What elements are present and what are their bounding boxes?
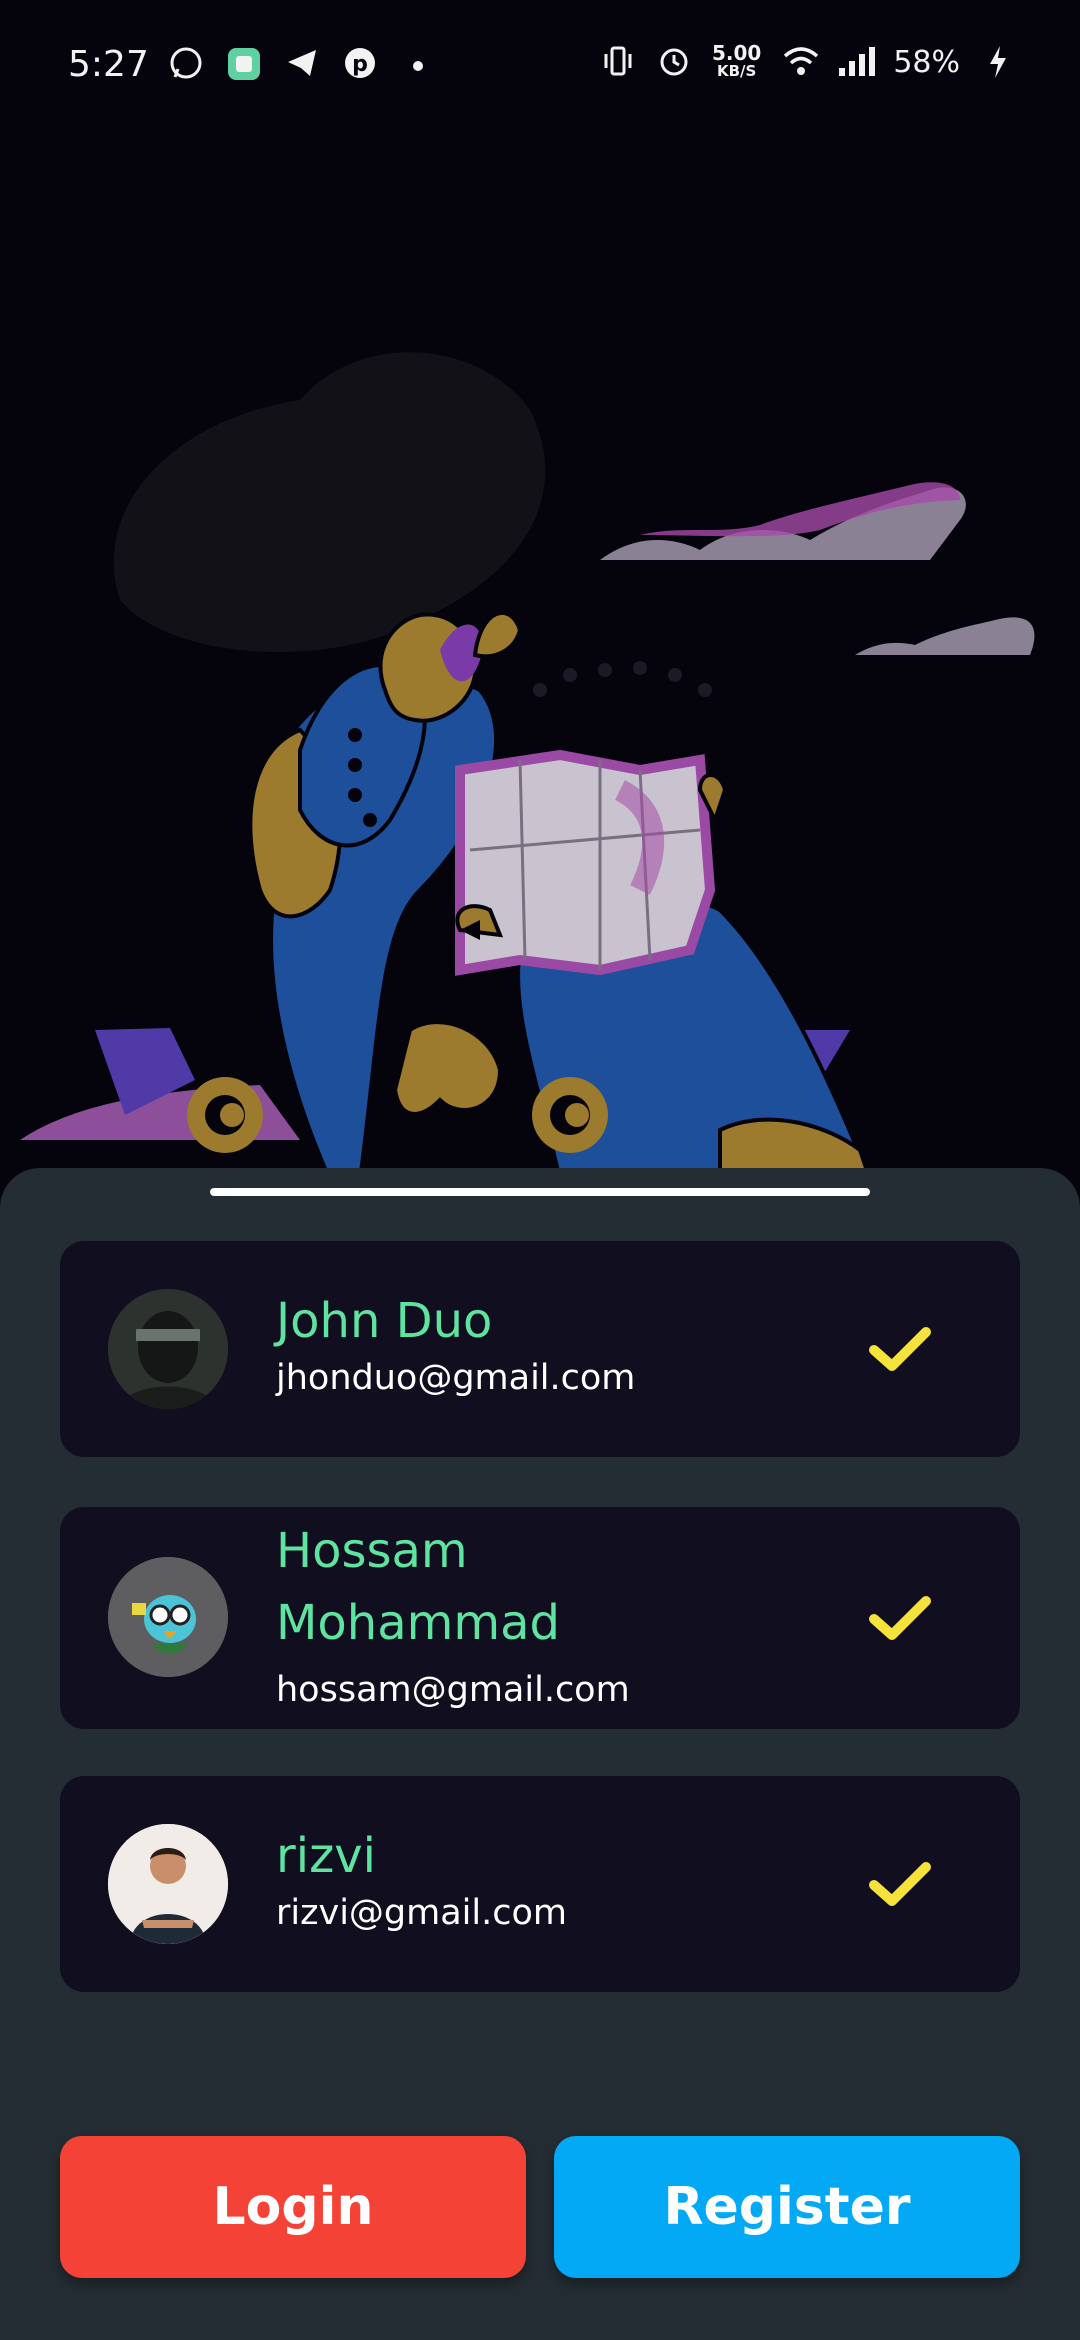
leg-yellow <box>392 1020 503 1116</box>
status-indicators: 5.00 KB/S 58% <box>600 41 1016 80</box>
account-email: jhonduo@gmail.com <box>276 1358 636 1398</box>
dot-icon <box>400 46 436 82</box>
svg-text:p: p <box>352 52 368 77</box>
vibrate-icon <box>600 44 636 80</box>
status-time: 5:27 <box>68 44 149 85</box>
avatar-image <box>108 1557 228 1677</box>
charging-icon <box>980 44 1016 80</box>
pinterest-icon: p <box>342 46 378 82</box>
notification-icons: p <box>168 46 436 82</box>
alarm-icon <box>656 44 692 80</box>
avatar <box>108 1289 228 1409</box>
account-email: hossam@gmail.com <box>276 1670 630 1710</box>
avatar-image <box>108 1289 228 1409</box>
whatsapp-icon <box>168 46 204 82</box>
account-card-rizvi[interactable]: rizvi rizvi@gmail.com <box>60 1776 1020 1992</box>
map <box>455 749 716 976</box>
telegram-icon <box>284 46 320 82</box>
battery-level: 58% <box>893 44 960 80</box>
avatar <box>108 1824 228 1944</box>
network-speed: 5.00 KB/S <box>711 41 762 80</box>
hero-illustration <box>20 352 1035 1180</box>
check-icon <box>869 1596 931 1640</box>
cloud-small <box>855 617 1035 655</box>
signal-icon <box>837 44 876 80</box>
account-card-john[interactable]: John Duo jhonduo@gmail.com <box>60 1241 1020 1457</box>
account-name: Hossam Mohammad <box>276 1523 561 1651</box>
avatar <box>108 1557 228 1677</box>
wifi-icon <box>781 44 819 80</box>
app-icon <box>226 46 262 82</box>
status-bar: 5:27 p 5.00 KB/S 58% <box>0 0 1080 130</box>
account-name: John Duo <box>276 1293 493 1349</box>
login-button[interactable]: Login <box>60 2136 526 2278</box>
account-email: rizvi@gmail.com <box>276 1893 568 1933</box>
avatar-image <box>108 1824 228 1944</box>
check-icon <box>869 1327 931 1371</box>
hat <box>472 610 523 659</box>
account-name: rizvi <box>276 1828 377 1884</box>
sheet-drag-handle[interactable] <box>210 1188 870 1196</box>
shadow-blob <box>113 352 546 653</box>
account-card-hossam[interactable]: Hossam Mohammad hossam@gmail.com <box>60 1507 1020 1729</box>
speed-value: 5.00 <box>711 41 762 65</box>
speed-unit: KB/S <box>716 62 757 80</box>
register-button[interactable]: Register <box>554 2136 1020 2278</box>
check-icon <box>869 1862 931 1906</box>
